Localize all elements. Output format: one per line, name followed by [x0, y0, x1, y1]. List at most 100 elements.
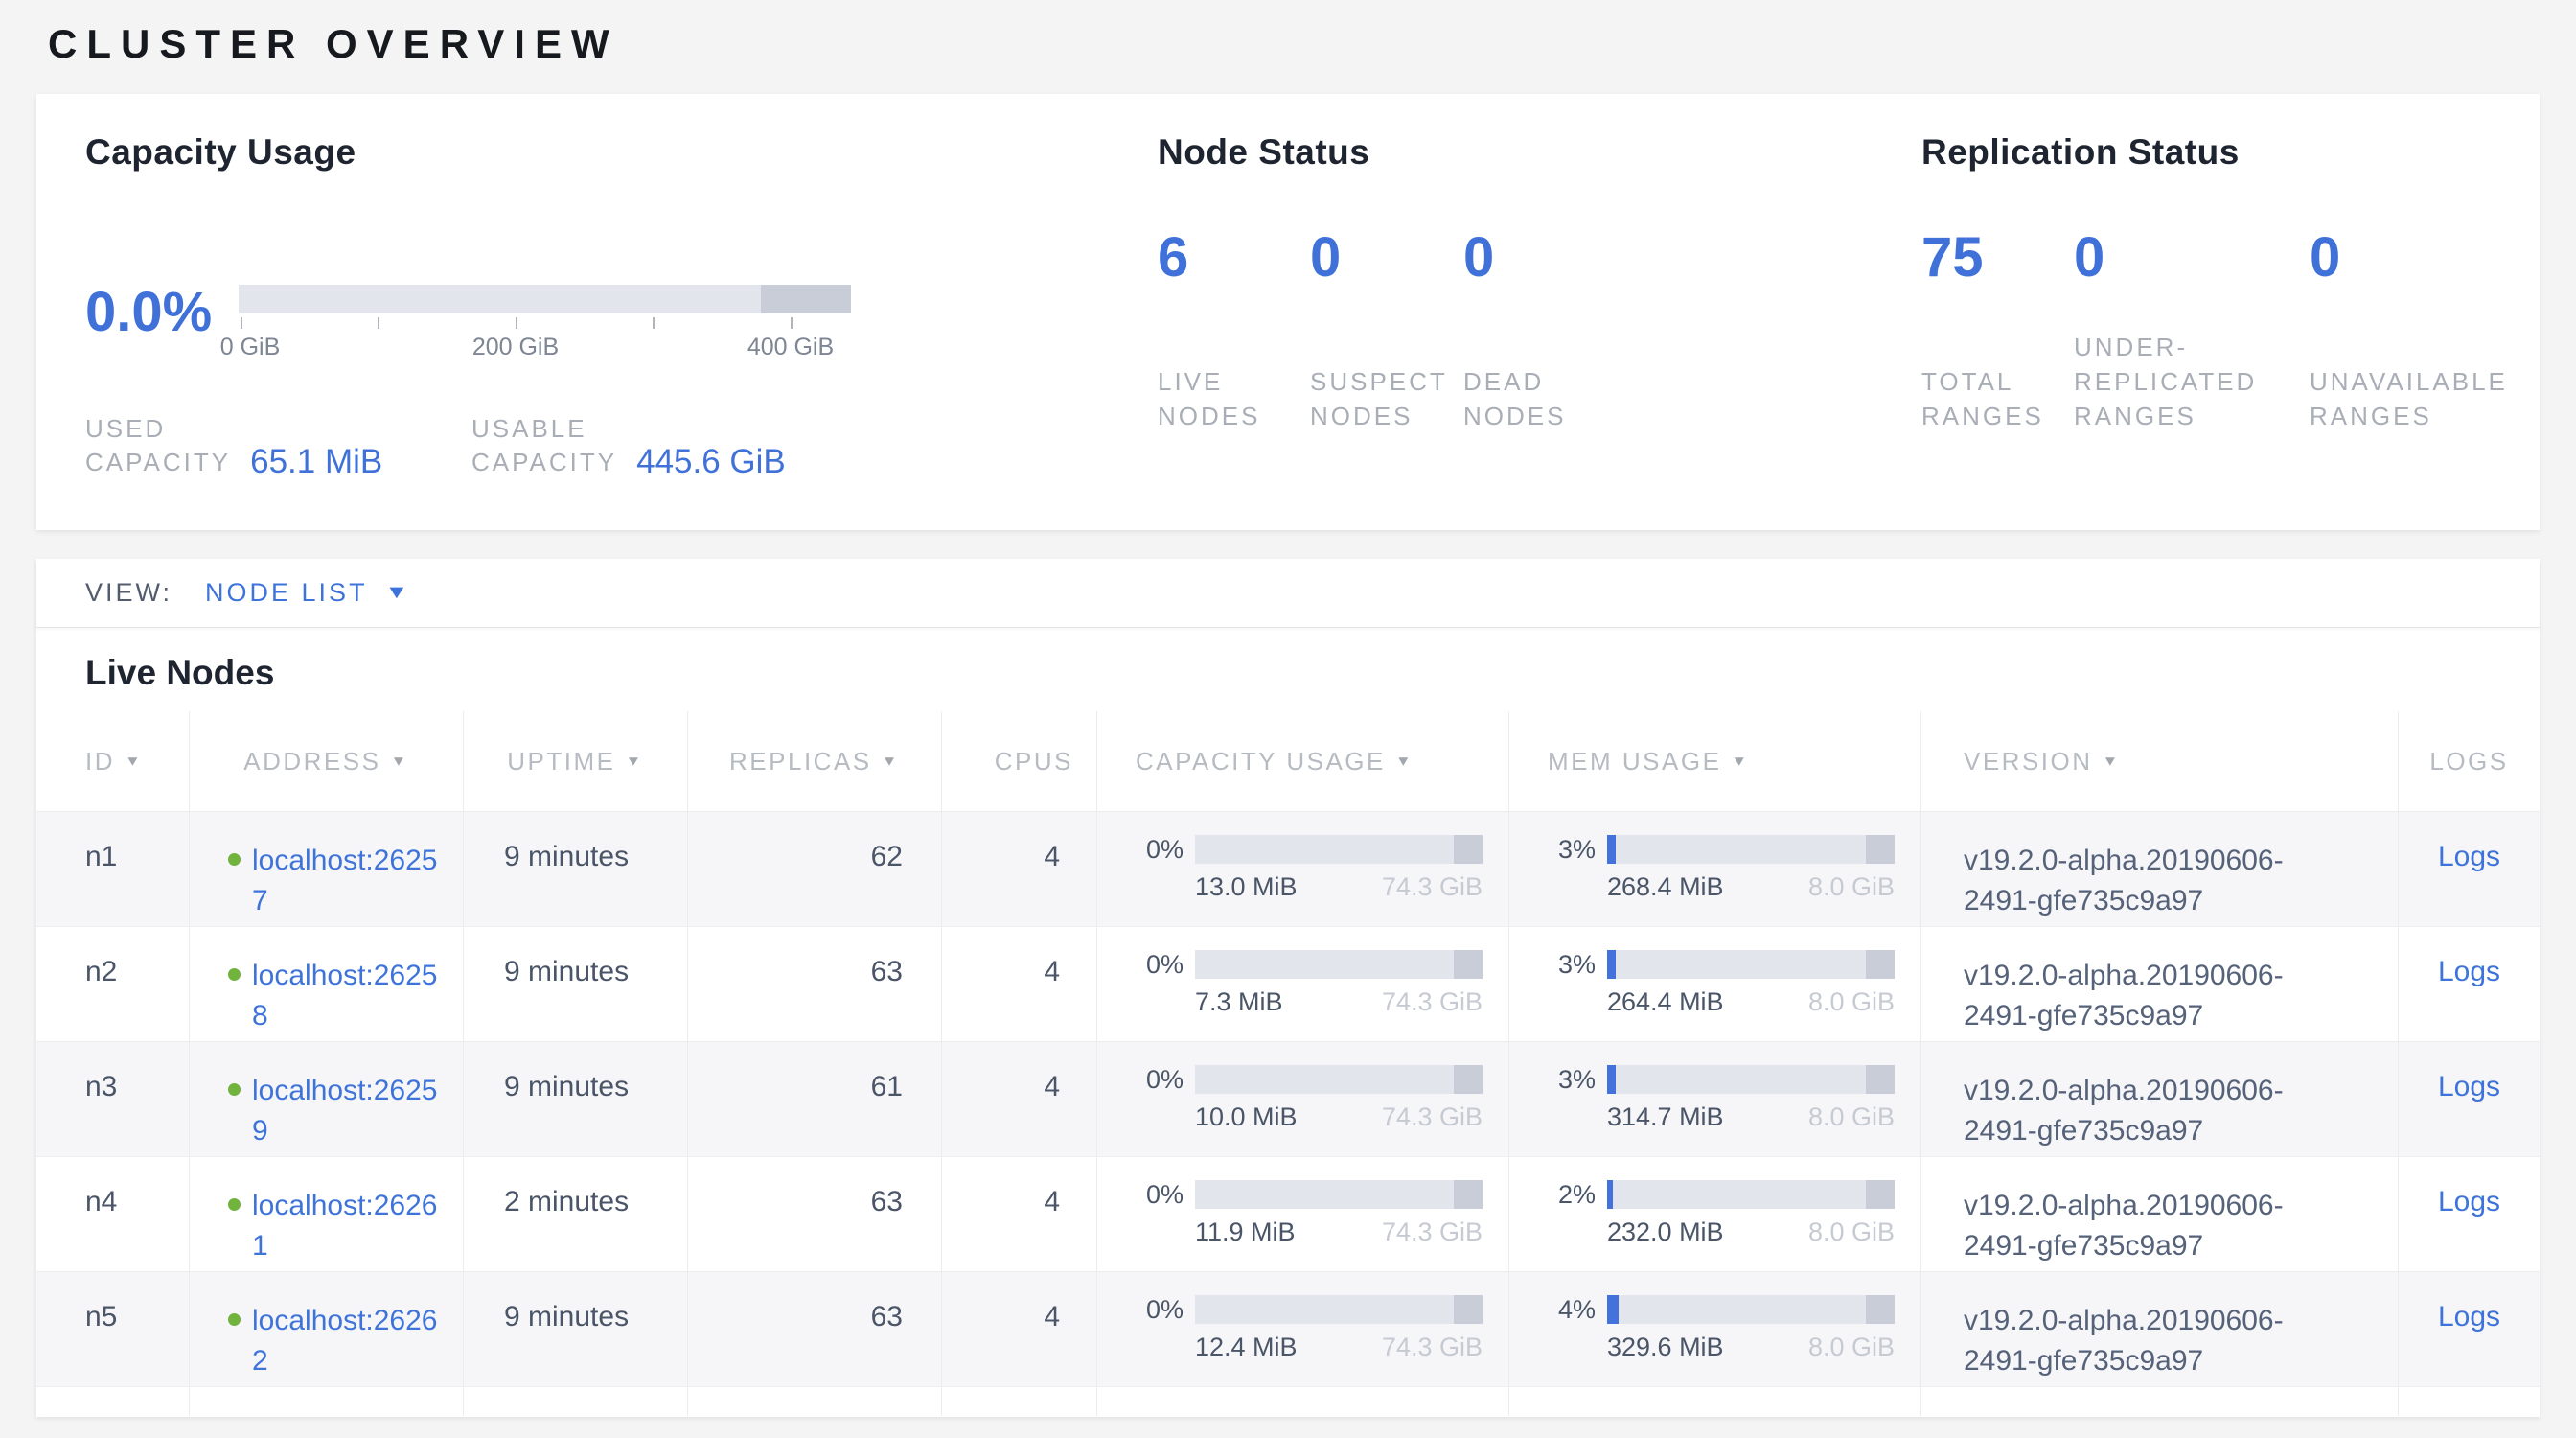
mem-bar: [1607, 1180, 1895, 1209]
node-mem-usage-cell: 4% 329.6 MiB8.0 GiB: [1508, 1272, 1920, 1386]
mem-bar: [1607, 1065, 1895, 1094]
capacity-bar: [1195, 1065, 1483, 1094]
node-mem-usage-cell: 3% 264.4 MiB8.0 GiB: [1508, 927, 1920, 1041]
usable-capacity-label: USABLE CAPACITY: [472, 412, 617, 479]
mem-used: 329.6 MiB: [1607, 1333, 1724, 1362]
node-cpus-cell: 4: [941, 927, 1096, 1041]
node-id-cell: n4: [36, 1157, 189, 1271]
view-selected-value: NODE LIST: [205, 578, 368, 608]
column-header-cpus: CPUS: [941, 711, 1096, 811]
capacity-bar: [1195, 950, 1483, 979]
column-header-mem-usage[interactable]: MEM USAGE▼: [1508, 711, 1920, 811]
capacity-bar: [1195, 835, 1483, 864]
node-capacity-usage-cell: 0% 13.0 MiB74.3 GiB: [1096, 812, 1508, 926]
column-header-capacity-usage[interactable]: CAPACITY USAGE▼: [1096, 711, 1508, 811]
node-cpus-cell: 4: [941, 1157, 1096, 1271]
capacity-used: 13.0 MiB: [1195, 872, 1298, 902]
column-header-version[interactable]: VERSION▼: [1920, 711, 2398, 811]
table-row: n1 localhost:26257 9 minutes 62 4 0% 13.…: [36, 811, 2540, 926]
dead-nodes-count: 0: [1463, 227, 1713, 289]
mem-bar: [1607, 950, 1895, 979]
tick-label-0: 0 GiB: [220, 334, 281, 361]
node-address-link[interactable]: localhost:26261: [252, 1186, 444, 1266]
node-id-cell: n2: [36, 927, 189, 1041]
node-version-cell: v19.2.0-alpha.20190606-2491-gfe735c9a97: [1920, 1042, 2398, 1156]
capacity-usage-bar: [239, 285, 851, 313]
node-id-cell: n1: [36, 812, 189, 926]
total-ranges-label: TOTAL RANGES: [1921, 364, 2074, 433]
capacity-bar-dark-segment: [761, 285, 851, 313]
live-nodes-card: VIEW: NODE LIST ▼ Live Nodes ID▼ ADDRESS…: [36, 559, 2540, 1417]
node-capacity-usage-cell: 0% 10.0 MiB74.3 GiB: [1096, 1042, 1508, 1156]
node-capacity-usage-cell: 0% 11.9 MiB 74.3 GiB: [1096, 1157, 1508, 1271]
capacity-used-percent: 0.0%: [85, 280, 212, 344]
capacity-axis-ticks: [239, 316, 851, 330]
capacity-total: 74.3 GiB: [1382, 1333, 1483, 1362]
node-capacity-usage-cell: 0% 12.4 MiB74.3 GiB: [1096, 1272, 1508, 1386]
suspect-nodes-count: 0: [1310, 227, 1463, 289]
table-row: n4 localhost:26261 2 minutes 63 4 0% 11.…: [36, 1156, 2540, 1271]
under-replicated-count: 0: [2074, 227, 2310, 289]
node-replicas-cell: 61: [687, 1042, 941, 1156]
replication-status-section: Replication Status 75 TOTAL RANGES 0 UND…: [1921, 132, 2554, 477]
dropdown-caret-icon: ▼: [384, 582, 408, 604]
node-cpus-cell: 4: [941, 1272, 1096, 1386]
node-capacity-usage-cell: 0% 7.3 MiB74.3 GiB: [1096, 927, 1508, 1041]
node-address-link[interactable]: localhost:26259: [252, 1071, 444, 1151]
column-header-id[interactable]: ID▼: [36, 711, 189, 811]
capacity-used: 12.4 MiB: [1195, 1333, 1298, 1362]
capacity-total: 74.3 GiB: [1382, 872, 1483, 902]
mem-used: 314.7 MiB: [1607, 1102, 1724, 1132]
mem-percent: 3%: [1548, 835, 1596, 864]
node-address-link[interactable]: localhost:26262: [252, 1301, 444, 1381]
logs-link[interactable]: Logs: [2438, 1071, 2500, 1102]
capacity-used: 7.3 MiB: [1195, 987, 1283, 1017]
logs-link[interactable]: Logs: [2438, 956, 2500, 987]
logs-link[interactable]: Logs: [2438, 1301, 2500, 1333]
column-header-address[interactable]: ADDRESS▼: [189, 711, 463, 811]
logs-link[interactable]: Logs: [2438, 841, 2500, 872]
column-header-replicas[interactable]: REPLICAS▼: [687, 711, 941, 811]
capacity-total: 74.3 GiB: [1382, 1218, 1483, 1247]
view-selector-dropdown[interactable]: NODE LIST ▼: [205, 578, 405, 608]
node-address-cell: localhost:26258: [189, 927, 463, 1041]
node-logs-cell: Logs: [2398, 1157, 2540, 1271]
node-uptime-cell: 9 minutes: [463, 927, 687, 1041]
node-id-cell: n5: [36, 1272, 189, 1386]
view-bar: VIEW: NODE LIST ▼: [36, 559, 2540, 628]
capacity-axis-labels: 0 GiB 200 GiB 400 GiB: [239, 334, 851, 362]
mem-total: 8.0 GiB: [1808, 1333, 1895, 1362]
node-address-cell: localhost:26261: [189, 1157, 463, 1271]
tick-label-200: 200 GiB: [472, 334, 559, 361]
column-header-uptime[interactable]: UPTIME▼: [463, 711, 687, 811]
table-header-row: ID▼ ADDRESS▼ UPTIME▼ REPLICAS▼ CPUS CAPA…: [36, 711, 2540, 811]
node-uptime-cell: 9 minutes: [463, 1272, 687, 1386]
node-live-dot-icon: [228, 1083, 241, 1096]
node-mem-usage-cell: 2% 232.0 MiB8.0 GiB: [1508, 1157, 1920, 1271]
node-live-dot-icon: [228, 968, 241, 981]
capacity-used: 11.9 MiB: [1195, 1218, 1296, 1247]
used-capacity-value: 65.1 MiB: [250, 443, 382, 481]
usable-capacity-value: 445.6 GiB: [636, 443, 786, 481]
table-row: n3 localhost:26259 9 minutes 61 4 0% 10.…: [36, 1041, 2540, 1156]
replication-status-title: Replication Status: [1921, 132, 2554, 173]
capacity-percent: 0%: [1136, 1065, 1184, 1094]
mem-total: 8.0 GiB: [1808, 1102, 1895, 1132]
logs-link[interactable]: Logs: [2438, 1186, 2500, 1218]
node-logs-cell: Logs: [2398, 1042, 2540, 1156]
capacity-bar: [1195, 1180, 1483, 1209]
node-address-cell: localhost:26259: [189, 1042, 463, 1156]
tick-label-400: 400 GiB: [748, 334, 834, 361]
capacity-percent: 0%: [1136, 1180, 1184, 1209]
mem-percent: 3%: [1548, 950, 1596, 979]
node-address-link[interactable]: localhost:26258: [252, 956, 444, 1036]
node-logs-cell: Logs: [2398, 812, 2540, 926]
capacity-usage-chart: 0.0% 0 GiB 200 GiB 400 GiB: [85, 263, 909, 387]
unavailable-ranges-count: 0: [2310, 227, 2554, 289]
suspect-nodes-label: SUSPECT NODES: [1310, 364, 1463, 433]
view-label: VIEW:: [85, 578, 172, 608]
mem-used: 268.4 MiB: [1607, 872, 1724, 902]
column-header-logs: LOGS: [2398, 711, 2540, 811]
node-address-cell: localhost:26262: [189, 1272, 463, 1386]
node-address-link[interactable]: localhost:26257: [252, 841, 444, 921]
